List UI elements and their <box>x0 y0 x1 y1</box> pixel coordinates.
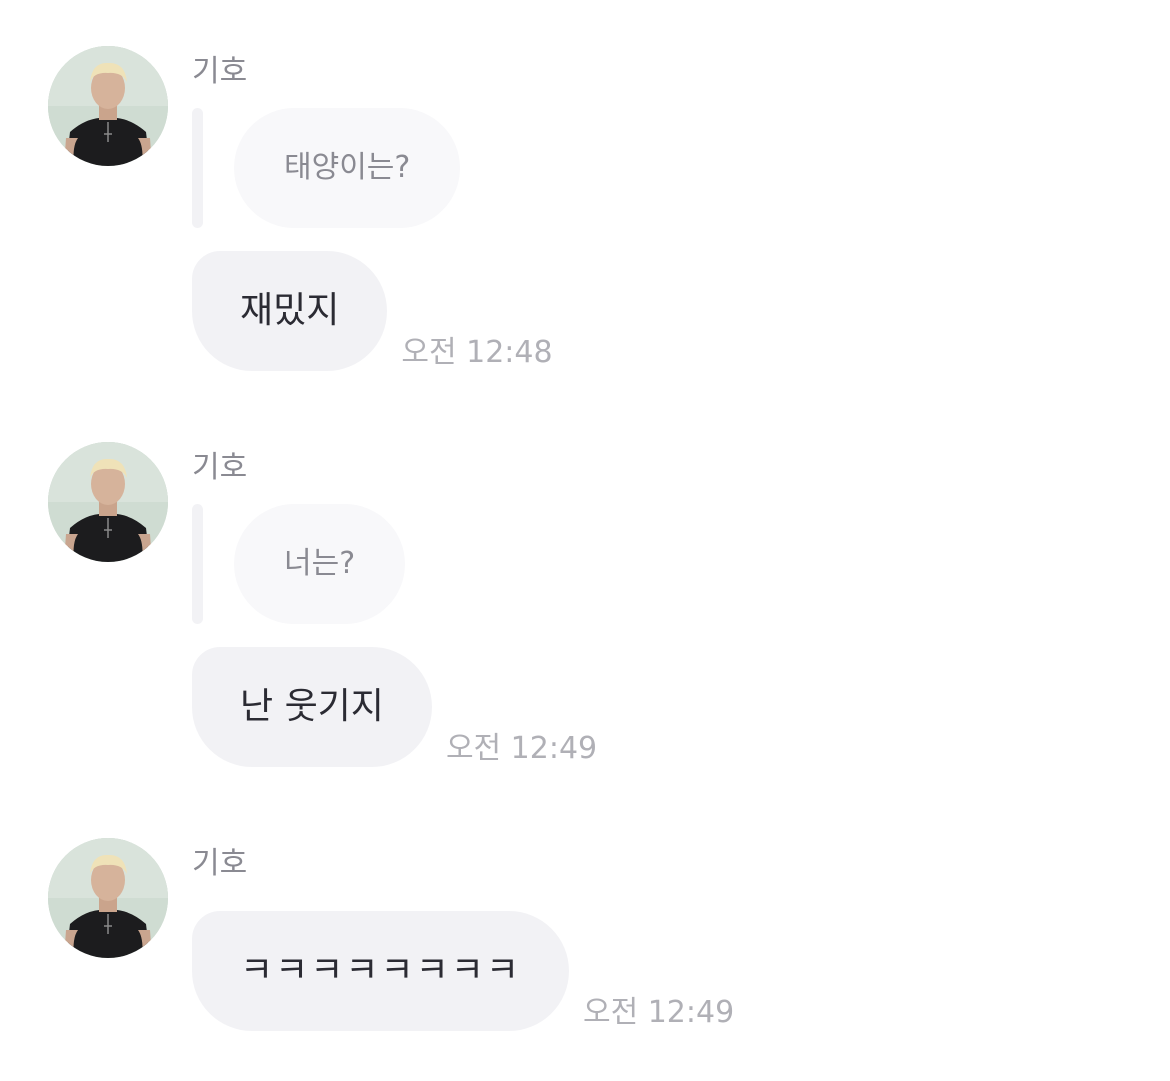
reply-bar <box>192 108 203 228</box>
avatar[interactable] <box>48 838 168 958</box>
profile-photo-icon <box>48 46 168 166</box>
timestamp: 오전 12:49 <box>445 731 598 766</box>
message-group: 기호 태양이는? 재밌지 오전 12:48 <box>0 46 1170 376</box>
timestamp: 오전 12:48 <box>401 335 553 370</box>
message-group: 기호 너는? 난 웃기지 오전 12:49 <box>0 442 1170 772</box>
avatar[interactable] <box>48 46 168 166</box>
message-row: ㅋㅋㅋㅋㅋㅋㅋㅋ 오전 12:49 <box>192 911 734 1031</box>
sender-name: 기호 <box>192 450 248 485</box>
timestamp: 오전 12:49 <box>582 995 735 1030</box>
message-row: 난 웃기지 오전 12:49 <box>192 647 597 767</box>
message-bubble[interactable]: 난 웃기지 <box>192 647 432 767</box>
message-bubble[interactable]: ㅋㅋㅋㅋㅋㅋㅋㅋ <box>192 911 569 1031</box>
profile-photo-icon <box>48 442 168 562</box>
message-row: 재밌지 오전 12:48 <box>192 251 553 371</box>
profile-photo-icon <box>48 838 168 958</box>
message-bubble[interactable]: 재밌지 <box>192 251 388 371</box>
reply-bubble[interactable]: 너는? <box>234 504 406 624</box>
sender-name: 기호 <box>192 54 248 89</box>
avatar[interactable] <box>48 442 168 562</box>
reply-bubble[interactable]: 태양이는? <box>234 108 461 228</box>
sender-name: 기호 <box>192 846 248 881</box>
reply-bar <box>192 504 203 624</box>
message-group: 기호 ㅋㅋㅋㅋㅋㅋㅋㅋ 오전 12:49 <box>0 838 1170 1038</box>
